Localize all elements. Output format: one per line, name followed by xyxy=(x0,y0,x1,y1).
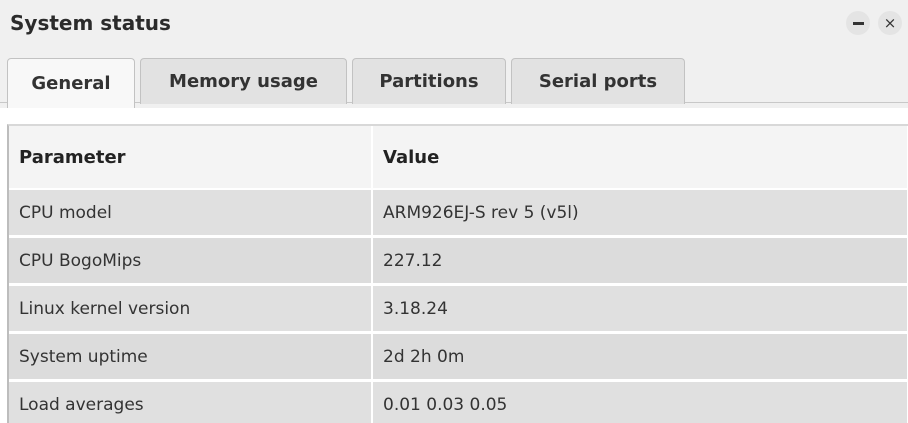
value-cell: 2d 2h 0m xyxy=(372,332,908,382)
parameter-cell: CPU BogoMips xyxy=(9,236,373,286)
parameter-cell: System uptime xyxy=(9,332,373,382)
tab-memory-usage[interactable]: Memory usage xyxy=(140,58,347,104)
minimize-icon xyxy=(852,21,864,25)
value-cell: 3.18.24 xyxy=(372,284,908,334)
system-status-window: System status × General Memory usage Par… xyxy=(0,0,908,423)
window-title: System status xyxy=(10,11,171,35)
parameter-cell: Linux kernel version xyxy=(9,284,373,334)
status-table-container: Parameter Value CPU model ARM926EJ-S rev… xyxy=(7,124,908,423)
table-row: Load averages 0.01 0.03 0.05 xyxy=(9,380,908,423)
tab-partitions[interactable]: Partitions xyxy=(352,58,506,104)
minimize-button[interactable] xyxy=(846,11,870,35)
parameter-cell: Load averages xyxy=(9,380,373,423)
title-bar: System status × xyxy=(0,0,908,50)
parameter-cell: CPU model xyxy=(9,189,373,238)
table-row: Linux kernel version 3.18.24 xyxy=(9,284,908,334)
table-header-row: Parameter Value xyxy=(9,126,908,190)
close-icon: × xyxy=(883,14,897,32)
table-row: CPU BogoMips 227.12 xyxy=(9,236,908,286)
tab-serial-ports[interactable]: Serial ports xyxy=(511,58,685,104)
column-header-value: Value xyxy=(372,126,908,190)
value-cell: 0.01 0.03 0.05 xyxy=(372,380,908,423)
table-row: System uptime 2d 2h 0m xyxy=(9,332,908,382)
tab-general[interactable]: General xyxy=(7,58,135,108)
column-header-parameter: Parameter xyxy=(9,126,373,190)
value-cell: 227.12 xyxy=(372,236,908,286)
table-row: CPU model ARM926EJ-S rev 5 (v5l) xyxy=(9,189,908,238)
close-button[interactable]: × xyxy=(878,11,902,35)
status-table: Parameter Value CPU model ARM926EJ-S rev… xyxy=(9,126,908,423)
value-cell: ARM926EJ-S rev 5 (v5l) xyxy=(372,189,908,238)
